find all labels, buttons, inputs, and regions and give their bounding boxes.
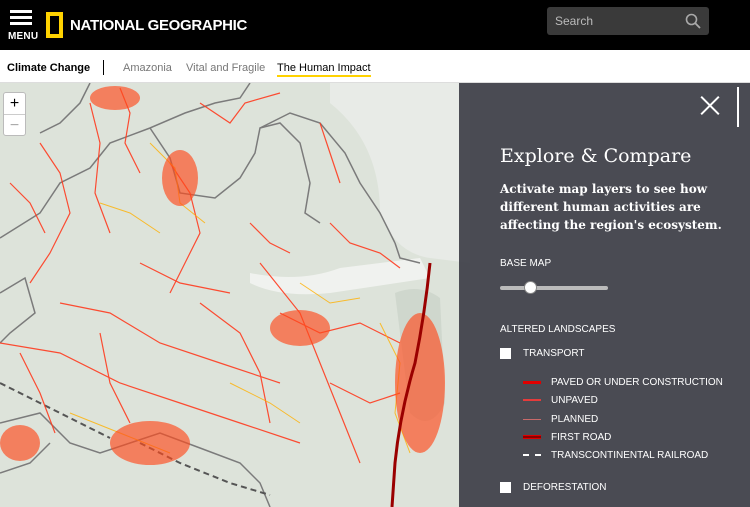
legend-line-icon — [523, 454, 541, 456]
legend-label: FIRST ROAD — [551, 431, 612, 443]
zoom-out-button[interactable]: − — [4, 114, 25, 135]
search-box — [547, 7, 709, 35]
search-input[interactable] — [547, 7, 677, 35]
legend-item: PLANNED — [523, 413, 599, 425]
legend-line-icon — [523, 399, 541, 401]
sub-navigation: Climate Change Amazonia Vital and Fragil… — [0, 50, 750, 83]
logo[interactable]: NATIONAL GEOGRAPHIC — [46, 11, 247, 39]
nav-divider — [103, 60, 104, 75]
logo-text: NATIONAL GEOGRAPHIC — [70, 16, 248, 34]
slider-thumb[interactable] — [524, 281, 537, 294]
menu-label: MENU — [8, 31, 39, 42]
hamburger-icon — [10, 10, 32, 13]
top-bar: MENU NATIONAL GEOGRAPHIC — [0, 0, 750, 50]
legend-item: PAVED OR UNDER CONSTRUCTION — [523, 376, 723, 388]
legend-item: UNPAVED — [523, 394, 598, 406]
panel-description: Activate map layers to see how different… — [500, 182, 722, 232]
legend-line-icon — [523, 380, 541, 384]
legend-label: PLANNED — [551, 413, 599, 425]
section-title[interactable]: Climate Change — [7, 62, 90, 74]
base-map-slider[interactable] — [500, 281, 608, 294]
close-icon[interactable] — [699, 95, 721, 117]
legend-item: TRANSCONTINENTAL RAILROAD — [523, 449, 709, 461]
tab-the-human-impact[interactable]: The Human Impact — [277, 62, 371, 77]
deforestation-label[interactable]: DEFORESTATION — [523, 482, 607, 493]
deforestation-checkbox[interactable] — [500, 482, 511, 493]
transport-label[interactable]: TRANSPORT — [523, 348, 585, 359]
zoom-control: + − — [3, 92, 26, 136]
altered-landscapes-label: ALTERED LANDSCAPES — [500, 324, 616, 335]
transport-checkbox[interactable] — [500, 348, 511, 359]
legend-label: PAVED OR UNDER CONSTRUCTION — [551, 376, 723, 388]
legend-label: TRANSCONTINENTAL RAILROAD — [551, 449, 709, 461]
legend-line-icon — [523, 435, 541, 439]
search-icon[interactable] — [685, 13, 701, 29]
tab-vital-and-fragile[interactable]: Vital and Fragile — [186, 62, 265, 74]
tab-amazonia[interactable]: Amazonia — [123, 62, 172, 74]
panel-scroll-edge — [737, 87, 739, 127]
legend-line-icon — [523, 418, 541, 420]
logo-rectangle-icon — [46, 12, 63, 38]
base-map-label: BASE MAP — [500, 258, 552, 269]
explore-panel: Explore & Compare Activate map layers to… — [459, 83, 750, 507]
legend-item: FIRST ROAD — [523, 431, 612, 443]
zoom-in-button[interactable]: + — [4, 93, 25, 114]
panel-title: Explore & Compare — [500, 145, 692, 167]
hamburger-icon-bar — [10, 22, 32, 25]
legend-label: UNPAVED — [551, 394, 598, 406]
menu-button[interactable]: MENU — [8, 10, 38, 42]
hamburger-icon-bar — [10, 16, 32, 19]
